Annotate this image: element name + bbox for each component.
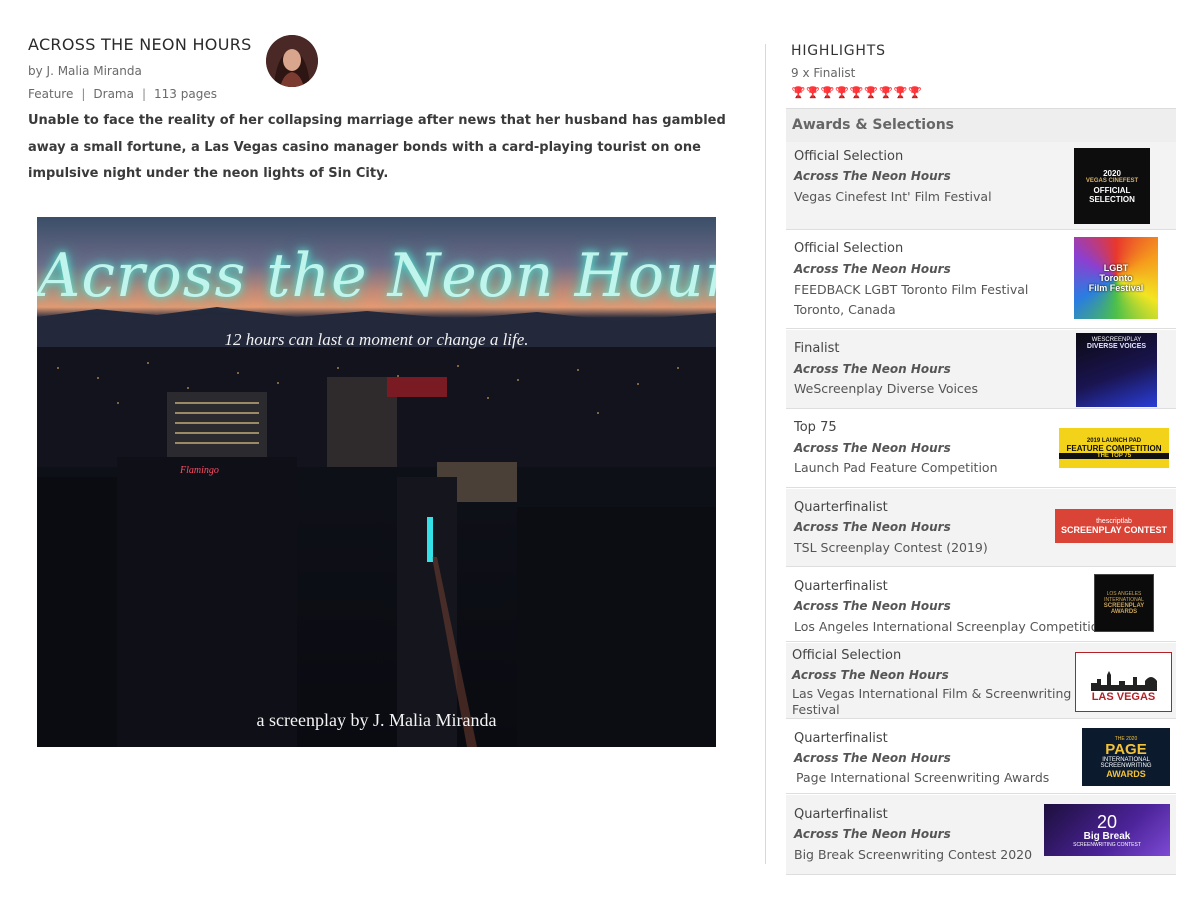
award-status: Official Selection	[794, 149, 904, 164]
logo-line: LGBT	[1103, 263, 1129, 273]
award-item[interactable]: Quarterfinalist Across The Neon Hours Lo…	[786, 568, 1176, 642]
wescreenplay-diverse-voices-logo: WESCREENPLAY DIVERSE VOICES	[1076, 333, 1157, 407]
awards-header: Awards & Selections	[786, 108, 1176, 142]
logo-line: AWARDS	[1110, 609, 1138, 615]
logline: Unable to face the reality of her collap…	[28, 113, 726, 181]
award-status: Quarterfinalist	[794, 579, 888, 594]
logo-line: FEATURE COMPETITION	[1066, 443, 1162, 453]
logo-line: SCREENWRITING CONTEST	[1073, 841, 1141, 848]
logo-line: DIVERSE VOICES	[1086, 343, 1147, 350]
trophy-icon: 🏆	[849, 86, 864, 99]
logo-line: Film Festival	[1088, 283, 1144, 293]
big-break-logo: 20 Big Break SCREENWRITING CONTEST	[1044, 804, 1170, 856]
award-festival: Vegas Cinefest Int' Film Festival	[794, 189, 992, 204]
poster-tagline: 12 hours can last a moment or change a l…	[224, 330, 529, 349]
logo-line: VEGAS CINEFEST	[1085, 177, 1139, 184]
award-item[interactable]: Official Selection Across The Neon Hours…	[786, 643, 1176, 719]
vegas-cinefest-laurel-logo: 2020 VEGAS CINEFEST OFFICIAL SELECTION	[1074, 148, 1150, 224]
script-lab-logo: thescriptlab SCREENPLAY CONTEST	[1055, 509, 1173, 543]
flamingo-sign: Flamingo	[180, 465, 219, 476]
award-status: Quarterfinalist	[794, 807, 888, 822]
logo-line: 2020	[1103, 168, 1121, 178]
trophy-icon: 🏆	[791, 86, 806, 99]
column-divider	[765, 44, 766, 864]
logo-line: Big Break	[1083, 830, 1131, 842]
award-item[interactable]: Official Selection Across The Neon Hours…	[786, 142, 1176, 230]
trophy-icon: 🏆	[908, 86, 922, 99]
award-festival: TSL Screenplay Contest (2019)	[794, 540, 988, 555]
highlights-subtitle: 9 x Finalist	[791, 66, 856, 80]
award-status: Quarterfinalist	[794, 731, 888, 746]
award-film-title: Across The Neon Hours	[794, 441, 951, 455]
award-festival: WeScreenplay Diverse Voices	[794, 381, 979, 396]
lgbt-toronto-rainbow-logo: LGBT Toronto Film Festival	[1074, 237, 1158, 319]
meta-separator: |	[141, 87, 147, 101]
screenplay-title[interactable]: ACROSS THE NEON HOURS	[28, 35, 252, 54]
logo-line: SELECTION	[1089, 194, 1135, 204]
logo-line: OFFICIAL	[1093, 185, 1131, 195]
award-festival: Los Angeles International Screenplay Com…	[794, 619, 1107, 634]
screenplay-meta: Feature | Drama | 113 pages	[28, 87, 217, 101]
award-film-title: Across The Neon Hours	[794, 599, 951, 613]
poster-title: Across the Neon Hours	[37, 241, 716, 311]
author-avatar[interactable]	[266, 35, 318, 87]
logo-line: LAS VEGAS	[1091, 691, 1156, 703]
genre-type: Feature	[28, 87, 74, 101]
award-item[interactable]: Official Selection Across The Neon Hours…	[786, 231, 1176, 329]
award-festival: Launch Pad Feature Competition	[794, 460, 998, 475]
award-location: Toronto, Canada	[794, 302, 896, 317]
page-awards-logo: THE 2020 PAGE INTERNATIONAL SCREENWRITIN…	[1082, 728, 1170, 786]
logo-line: THE TOP 75	[1059, 452, 1169, 459]
author-byline[interactable]: by J. Malia Miranda	[28, 64, 142, 78]
award-item[interactable]: Quarterfinalist Across The Neon Hours TS…	[786, 489, 1176, 567]
logo-line: AWARDS	[1106, 768, 1146, 779]
award-film-title: Across The Neon Hours	[794, 262, 951, 276]
page-count: 113 pages	[154, 87, 217, 101]
trophy-icon: 🏆	[806, 86, 820, 99]
poster-image[interactable]: Flamingo Across the Neon Hours 12 hours …	[37, 217, 716, 747]
las-vegas-festival-logo: LAS VEGAS	[1075, 652, 1172, 712]
highlights-title: HIGHLIGHTS	[791, 43, 886, 59]
trophy-icon: 🏆	[820, 86, 835, 99]
award-festival: Page International Screenwriting Awards	[796, 770, 1050, 785]
logo-line: 20	[1096, 811, 1118, 832]
award-status: Official Selection	[794, 241, 904, 256]
award-status: Quarterfinalist	[794, 500, 888, 515]
award-item[interactable]: Quarterfinalist Across The Neon Hours Pa…	[786, 720, 1176, 794]
award-festival: Las Vegas International Film & Screenwri…	[792, 686, 1072, 717]
award-film-title: Across The Neon Hours	[794, 827, 951, 841]
logo-line: PAGE	[1105, 740, 1147, 758]
genre: Drama	[93, 87, 134, 101]
award-film-title: Across The Neon Hours	[794, 751, 951, 765]
award-item[interactable]: Top 75 Across The Neon Hours Launch Pad …	[786, 410, 1176, 488]
award-status: Finalist	[794, 341, 840, 356]
award-festival: Big Break Screenwriting Contest 2020	[794, 847, 1033, 862]
award-film-title: Across The Neon Hours	[794, 362, 951, 376]
award-film-title: Across The Neon Hours	[792, 668, 949, 682]
vegas-skyline-icon	[1090, 671, 1157, 691]
meta-separator: |	[81, 87, 86, 101]
trophy-icon: 🏆	[879, 86, 893, 99]
trophy-icon: 🏆	[893, 86, 908, 99]
logo-line: SCREENPLAY CONTEST	[1060, 524, 1168, 535]
award-item[interactable]: Finalist Across The Neon Hours WeScreenp…	[786, 330, 1176, 409]
trophy-icon: 🏆	[835, 86, 849, 99]
logo-line: thescriptlab	[1096, 517, 1132, 525]
poster-credit: a screenplay by J. Malia Miranda	[256, 710, 497, 730]
award-film-title: Across The Neon Hours	[794, 169, 951, 183]
award-item[interactable]: Quarterfinalist Across The Neon Hours Bi…	[786, 795, 1176, 875]
trophy-row: 🏆🏆🏆🏆🏆🏆🏆🏆🏆	[791, 86, 922, 100]
logo-line: Toronto	[1099, 273, 1133, 283]
award-status: Official Selection	[792, 648, 902, 663]
launch-pad-logo: 2019 LAUNCH PAD FEATURE COMPETITION THE …	[1059, 428, 1169, 468]
award-festival: FEEDBACK LGBT Toronto Film Festival	[794, 282, 1029, 297]
award-status: Top 75	[794, 420, 837, 435]
avatar-portrait-icon	[266, 35, 318, 87]
trophy-icon: 🏆	[864, 86, 879, 99]
la-screenplay-awards-logo: LOS ANGELES INTERNATIONAL SCREENPLAY AWA…	[1094, 574, 1154, 632]
award-film-title: Across The Neon Hours	[794, 520, 951, 534]
